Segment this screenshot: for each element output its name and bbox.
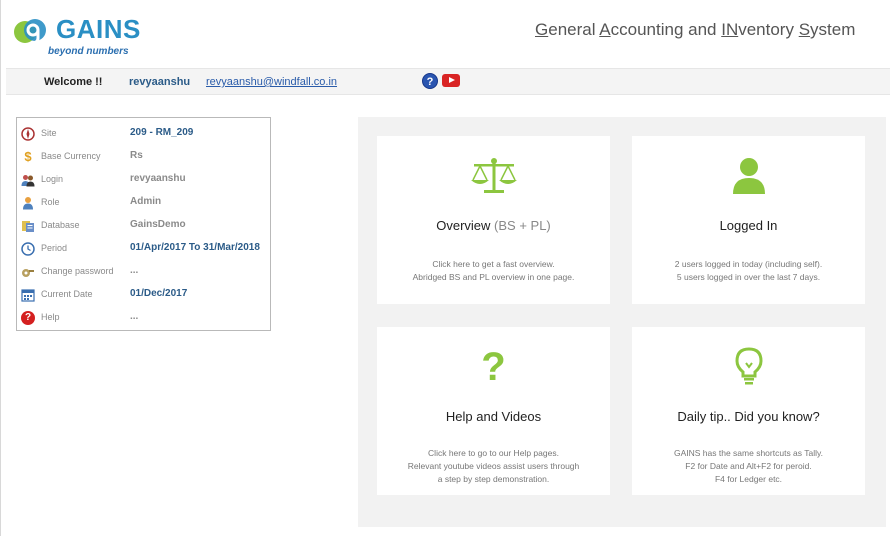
daily-tip-card-title: Daily tip.. Did you know?	[677, 409, 820, 424]
gains-logo[interactable]: GAINS beyond numbers	[13, 14, 153, 60]
session-info-panel: Site 209 - RM_209 $ Base Currency Rs Log…	[16, 117, 271, 331]
system-title: General Accounting and INventory System	[535, 20, 856, 39]
overview-card[interactable]: Overview (BS + PL) Click here to get a f…	[377, 136, 610, 304]
help-videos-card-title: Help and Videos	[445, 409, 542, 424]
user-email-link[interactable]: revyaanshu@windfall.co.in	[206, 76, 337, 88]
info-row-site: Site 209 - RM_209	[17, 123, 270, 145]
help-videos-card-description: Click here to go to our Help pages. Rele…	[407, 448, 580, 484]
person-icon	[23, 197, 33, 210]
welcome-username: revyaanshu	[129, 76, 191, 88]
youtube-icon[interactable]	[442, 74, 460, 87]
daily-tip-card-description: GAINS has the same shortcuts as Tally. F…	[674, 448, 823, 484]
overview-card-description: Click here to get a fast overview. Abrid…	[412, 259, 575, 282]
key-icon	[22, 269, 34, 277]
user-icon	[732, 158, 765, 194]
dashboard-panel: Overview (BS + PL) Click here to get a f…	[358, 117, 886, 527]
dollar-icon: $	[24, 149, 32, 164]
balance-scale-icon	[470, 158, 517, 193]
logo-mark-icon	[14, 19, 46, 45]
info-row-role: Role Admin	[17, 192, 270, 214]
page: GAINS beyond numbers General Accounting …	[0, 0, 893, 536]
help-videos-card[interactable]: ? Help and Videos Click here to go to ou…	[377, 327, 610, 495]
logged-in-card[interactable]: Logged In 2 users logged in today (inclu…	[632, 136, 865, 304]
overview-card-title: Overview (BS + PL)	[436, 218, 551, 233]
database-icon	[22, 221, 34, 232]
daily-tip-card[interactable]: Daily tip.. Did you know? GAINS has the …	[632, 327, 865, 495]
help-icon[interactable]: ?	[422, 73, 438, 89]
calendar-icon	[21, 289, 35, 302]
header: GAINS beyond numbers General Accounting …	[1, 0, 893, 66]
users-icon	[21, 175, 35, 187]
logged-in-card-title: Logged In	[719, 218, 778, 233]
info-row-help[interactable]: ? Help ...	[17, 307, 270, 329]
compass-icon	[21, 127, 35, 141]
help-icon: ?	[21, 311, 35, 325]
info-row-change-password[interactable]: Change password ...	[17, 261, 270, 283]
info-row-period: Period 01/Apr/2017 To 31/Mar/2018	[17, 238, 270, 260]
welcome-label: Welcome !!	[44, 76, 103, 88]
lightbulb-icon	[734, 347, 763, 385]
logo-text: GAINS	[56, 14, 141, 44]
logged-in-card-description: 2 users logged in today (including self)…	[674, 259, 823, 282]
question-mark-icon: ?	[481, 345, 506, 389]
clock-icon	[21, 242, 35, 256]
logo-tagline: beyond numbers	[48, 46, 129, 57]
info-row-current-date: Current Date 01/Dec/2017	[17, 284, 270, 306]
welcome-bar: Welcome !! revyaanshu revyaanshu@windfal…	[6, 68, 890, 95]
info-row-base-currency: $ Base Currency Rs	[17, 146, 270, 168]
info-row-login: Login revyaanshu	[17, 169, 270, 191]
info-row-database: Database GainsDemo	[17, 215, 270, 237]
